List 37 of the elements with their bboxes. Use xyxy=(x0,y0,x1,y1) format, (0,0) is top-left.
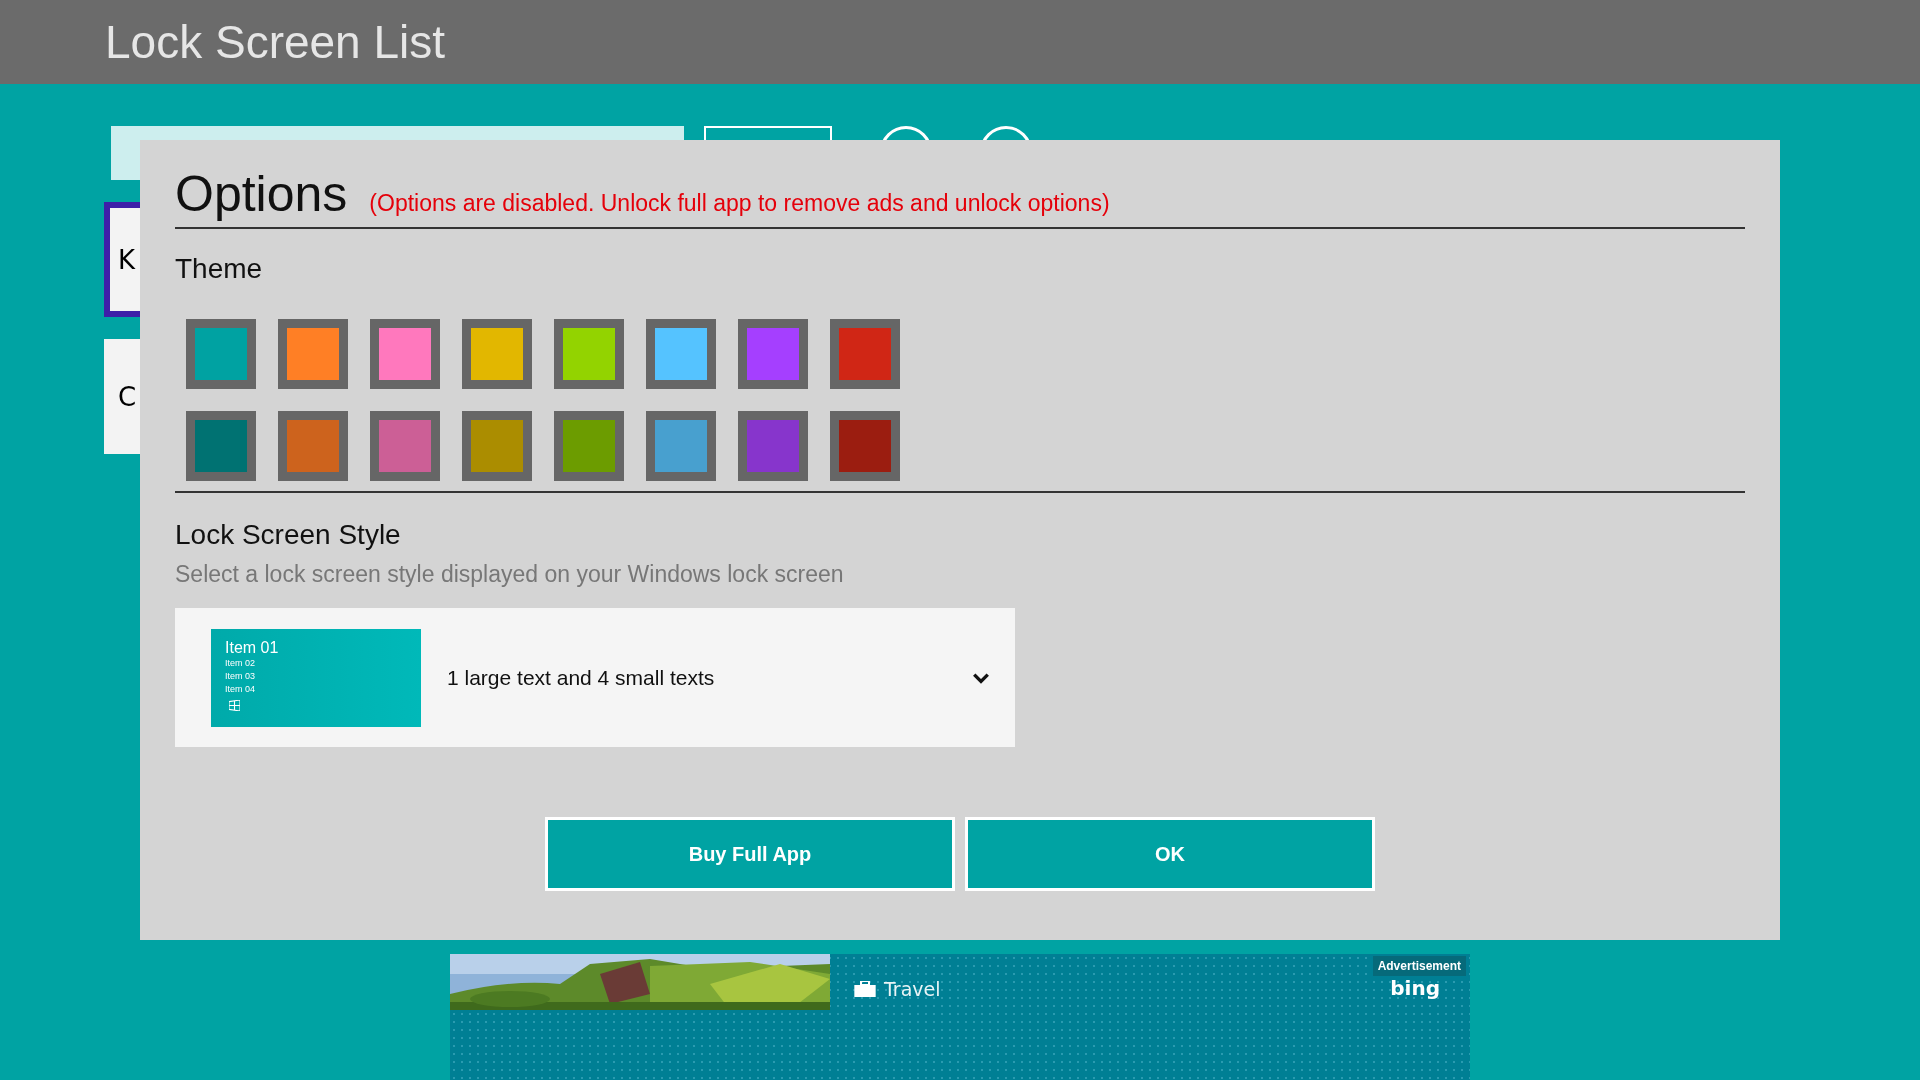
color-swatch[interactable] xyxy=(738,319,808,389)
ad-logo: bing xyxy=(1390,976,1440,1000)
section-heading: Theme xyxy=(175,253,264,285)
color-swatch[interactable] xyxy=(370,319,440,389)
color-swatch[interactable] xyxy=(186,319,256,389)
card-title: K xyxy=(118,244,136,275)
color-swatch[interactable] xyxy=(278,319,348,389)
color-swatch[interactable] xyxy=(830,319,900,389)
preview-small-text: Item 04 xyxy=(225,682,256,696)
preview-small-text: Item 03 xyxy=(225,669,256,683)
briefcase-icon xyxy=(854,981,876,997)
dialog-title: Options xyxy=(175,165,348,223)
color-swatch[interactable] xyxy=(738,411,808,481)
section-description: Select a lock screen style displayed on your Windows lock screen xyxy=(175,561,845,588)
app-title: Lock Screen List xyxy=(105,15,446,69)
color-swatch[interactable] xyxy=(462,319,532,389)
color-swatch[interactable] xyxy=(462,411,532,481)
color-swatch[interactable] xyxy=(186,411,256,481)
preview-large-text: Item 01 xyxy=(225,638,280,657)
color-swatch[interactable] xyxy=(370,411,440,481)
section-heading: Lock Screen Style xyxy=(175,519,402,551)
preview-small-text: Item 02 xyxy=(225,656,256,670)
color-swatch[interactable] xyxy=(278,411,348,481)
ad-banner[interactable]: Travel Advertisement bing xyxy=(450,954,1470,1080)
disabled-notice: (Options are disabled. Unlock full app to remove ads and unlock options) xyxy=(369,190,1110,217)
dropdown-value: 1 large text and 4 small texts xyxy=(447,665,716,690)
color-swatch[interactable] xyxy=(646,411,716,481)
ad-category: Travel xyxy=(884,978,941,1000)
style-dropdown[interactable]: Item 01 Item 02 Item 03 Item 04 1 large text and 4 small texts xyxy=(175,608,1015,747)
color-swatch[interactable] xyxy=(554,411,624,481)
ad-label: Advertisement xyxy=(1372,956,1466,976)
chevron-down-icon xyxy=(972,671,990,684)
windows-icon xyxy=(229,699,240,711)
color-swatch[interactable] xyxy=(554,319,624,389)
color-swatch[interactable] xyxy=(830,411,900,481)
color-swatch[interactable] xyxy=(646,319,716,389)
card-title: C xyxy=(118,381,137,412)
